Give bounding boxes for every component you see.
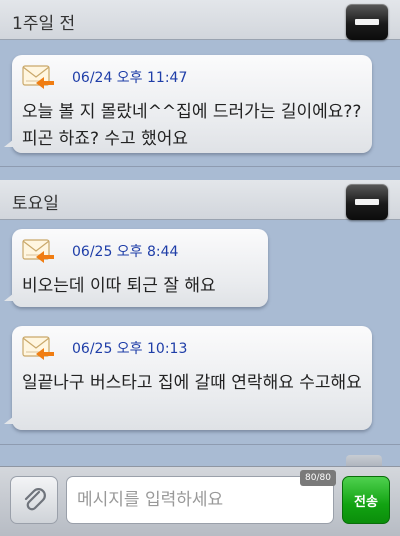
envelope-icon (22, 65, 54, 89)
bubble-tail (4, 139, 14, 147)
minus-icon (355, 199, 379, 205)
collapse-button[interactable] (346, 184, 388, 220)
group-divider (0, 444, 400, 445)
attach-button[interactable] (10, 476, 58, 524)
group-title: 토요일 (12, 194, 59, 214)
group-title: 1주일 전 (12, 14, 76, 34)
message-bubble[interactable]: 06/25 오후 10:13 일끝나구 버스타고 집에 갈때 연락해요 수고해요 (4, 326, 372, 430)
envelope-icon (22, 336, 54, 360)
character-counter: 80/80 (300, 470, 336, 486)
envelope-icon (22, 239, 54, 263)
message-text: 일끝나구 버스타고 집에 갈때 연락해요 수고해요 (22, 373, 362, 393)
message-bubble[interactable]: 06/25 오후 8:44 비오는데 이따 퇴근 잘 해요 (4, 229, 268, 307)
message-timestamp: 06/25 오후 8:44 (72, 244, 179, 260)
group-header-last-week: 1주일 전 (0, 0, 400, 40)
message-timestamp: 06/25 오후 10:13 (72, 341, 188, 357)
group-divider (0, 166, 400, 167)
minus-icon (355, 19, 379, 25)
send-button[interactable]: 전송 (342, 476, 390, 524)
bubble-tail (4, 416, 14, 424)
message-bubble[interactable]: 06/24 오후 11:47 오늘 볼 지 몰랐네^^집에 드러가는 길이에요?… (4, 55, 372, 153)
bubble-tail (4, 293, 14, 301)
message-text: 오늘 볼 지 몰랐네^^집에 드러가는 길이에요?? 피곤 하죠? 수고 했어요 (22, 102, 362, 149)
message-input[interactable] (66, 476, 334, 524)
message-composer: 전송 (0, 466, 400, 536)
group-header-saturday: 토요일 (0, 180, 400, 220)
paperclip-icon (24, 488, 46, 511)
message-text: 비오는데 이따 퇴근 잘 해요 (22, 276, 216, 296)
message-timestamp: 06/24 오후 11:47 (72, 70, 188, 86)
collapse-button[interactable] (346, 4, 388, 40)
